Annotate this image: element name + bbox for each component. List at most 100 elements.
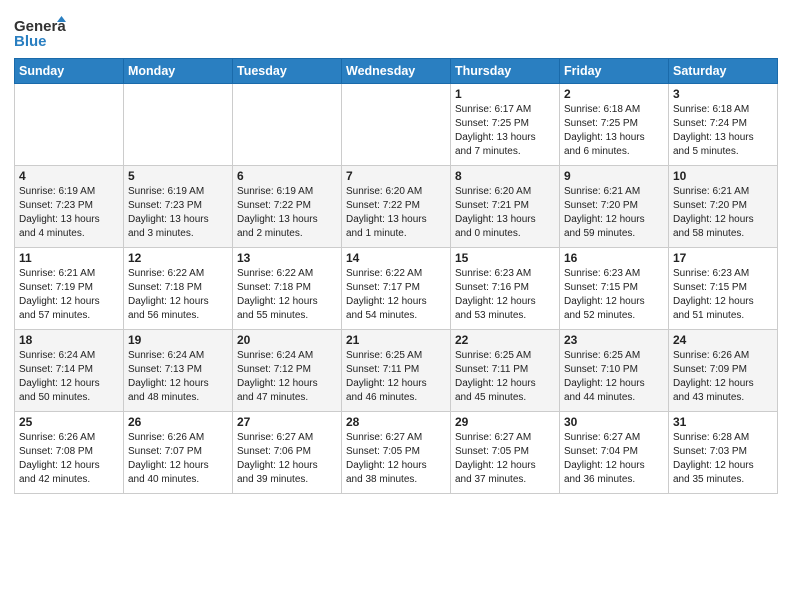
day-number: 6 <box>237 169 337 183</box>
day-number: 30 <box>564 415 664 429</box>
day-number: 16 <box>564 251 664 265</box>
day-info: Sunrise: 6:24 AM Sunset: 7:12 PM Dayligh… <box>237 349 337 405</box>
calendar-table: SundayMondayTuesdayWednesdayThursdayFrid… <box>14 58 778 494</box>
day-info: Sunrise: 6:27 AM Sunset: 7:05 PM Dayligh… <box>455 431 555 487</box>
day-number: 11 <box>19 251 119 265</box>
day-number: 29 <box>455 415 555 429</box>
day-info: Sunrise: 6:19 AM Sunset: 7:22 PM Dayligh… <box>237 185 337 241</box>
day-number: 31 <box>673 415 773 429</box>
day-info: Sunrise: 6:27 AM Sunset: 7:04 PM Dayligh… <box>564 431 664 487</box>
page: GeneralBlue SundayMondayTuesdayWednesday… <box>0 0 792 612</box>
day-info: Sunrise: 6:20 AM Sunset: 7:21 PM Dayligh… <box>455 185 555 241</box>
day-number: 12 <box>128 251 228 265</box>
calendar-cell: 27 Sunrise: 6:27 AM Sunset: 7:06 PM Dayli… <box>233 412 342 494</box>
day-number: 7 <box>346 169 446 183</box>
calendar-cell: 6 Sunrise: 6:19 AM Sunset: 7:22 PM Daylig… <box>233 166 342 248</box>
day-info: Sunrise: 6:23 AM Sunset: 7:15 PM Dayligh… <box>564 267 664 323</box>
day-info: Sunrise: 6:24 AM Sunset: 7:14 PM Dayligh… <box>19 349 119 405</box>
calendar-cell: 28Sunrise: 6:27 AM Sunset: 7:05 PM Dayli… <box>342 412 451 494</box>
day-info: Sunrise: 6:27 AM Sunset: 7:06 PM Dayligh… <box>237 431 337 487</box>
day-number: 24 <box>673 333 773 347</box>
day-number: 26 <box>128 415 228 429</box>
calendar-cell: 24Sunrise: 6:26 AM Sunset: 7:09 PM Dayli… <box>669 330 778 412</box>
calendar-cell: 23 Sunrise: 6:25 AM Sunset: 7:10 PM Dayli… <box>560 330 669 412</box>
day-info: Sunrise: 6:27 AM Sunset: 7:05 PM Dayligh… <box>346 431 446 487</box>
day-info: Sunrise: 6:17 AM Sunset: 7:25 PM Dayligh… <box>455 103 555 159</box>
calendar-cell: 20 Sunrise: 6:24 AM Sunset: 7:12 PM Dayli… <box>233 330 342 412</box>
calendar-cell: 14 Sunrise: 6:22 AM Sunset: 7:17 PM Dayli… <box>342 248 451 330</box>
day-info: Sunrise: 6:19 AM Sunset: 7:23 PM Dayligh… <box>19 185 119 241</box>
calendar-week-2: 4 Sunrise: 6:19 AM Sunset: 7:23 PM Daylig… <box>15 166 778 248</box>
day-number: 27 <box>237 415 337 429</box>
svg-text:Blue: Blue <box>14 33 47 50</box>
day-info: Sunrise: 6:22 AM Sunset: 7:18 PM Dayligh… <box>128 267 228 323</box>
day-number: 21 <box>346 333 446 347</box>
calendar-cell: 25 Sunrise: 6:26 AM Sunset: 7:08 PM Dayli… <box>15 412 124 494</box>
day-number: 20 <box>237 333 337 347</box>
calendar-cell: 17 Sunrise: 6:23 AM Sunset: 7:15 PM Dayli… <box>669 248 778 330</box>
calendar-week-4: 18Sunrise: 6:24 AM Sunset: 7:14 PM Dayli… <box>15 330 778 412</box>
day-info: Sunrise: 6:21 AM Sunset: 7:20 PM Dayligh… <box>564 185 664 241</box>
day-info: Sunrise: 6:23 AM Sunset: 7:15 PM Dayligh… <box>673 267 773 323</box>
day-number: 25 <box>19 415 119 429</box>
calendar-cell: 19Sunrise: 6:24 AM Sunset: 7:13 PM Dayli… <box>124 330 233 412</box>
day-info: Sunrise: 6:25 AM Sunset: 7:11 PM Dayligh… <box>346 349 446 405</box>
day-info: Sunrise: 6:19 AM Sunset: 7:23 PM Dayligh… <box>128 185 228 241</box>
day-number: 9 <box>564 169 664 183</box>
day-number: 10 <box>673 169 773 183</box>
header: GeneralBlue <box>14 10 778 52</box>
day-number: 23 <box>564 333 664 347</box>
day-info: Sunrise: 6:21 AM Sunset: 7:19 PM Dayligh… <box>19 267 119 323</box>
day-info: Sunrise: 6:22 AM Sunset: 7:18 PM Dayligh… <box>237 267 337 323</box>
day-number: 5 <box>128 169 228 183</box>
calendar-cell: 16 Sunrise: 6:23 AM Sunset: 7:15 PM Dayli… <box>560 248 669 330</box>
calendar-cell: 1 Sunrise: 6:17 AM Sunset: 7:25 PM Daylig… <box>451 84 560 166</box>
calendar-cell <box>233 84 342 166</box>
day-info: Sunrise: 6:26 AM Sunset: 7:08 PM Dayligh… <box>19 431 119 487</box>
calendar-week-5: 25 Sunrise: 6:26 AM Sunset: 7:08 PM Dayli… <box>15 412 778 494</box>
day-info: Sunrise: 6:18 AM Sunset: 7:25 PM Dayligh… <box>564 103 664 159</box>
calendar-cell: 31Sunrise: 6:28 AM Sunset: 7:03 PM Dayli… <box>669 412 778 494</box>
day-number: 4 <box>19 169 119 183</box>
calendar-week-3: 11 Sunrise: 6:21 AM Sunset: 7:19 PM Dayli… <box>15 248 778 330</box>
calendar-cell: 30 Sunrise: 6:27 AM Sunset: 7:04 PM Dayli… <box>560 412 669 494</box>
calendar-cell: 9 Sunrise: 6:21 AM Sunset: 7:20 PM Daylig… <box>560 166 669 248</box>
weekday-header-thursday: Thursday <box>451 59 560 84</box>
calendar-cell: 2Sunrise: 6:18 AM Sunset: 7:25 PM Daylig… <box>560 84 669 166</box>
calendar-cell: 5 Sunrise: 6:19 AM Sunset: 7:23 PM Daylig… <box>124 166 233 248</box>
day-number: 14 <box>346 251 446 265</box>
day-info: Sunrise: 6:26 AM Sunset: 7:07 PM Dayligh… <box>128 431 228 487</box>
calendar-cell: 4 Sunrise: 6:19 AM Sunset: 7:23 PM Daylig… <box>15 166 124 248</box>
day-info: Sunrise: 6:24 AM Sunset: 7:13 PM Dayligh… <box>128 349 228 405</box>
day-info: Sunrise: 6:25 AM Sunset: 7:11 PM Dayligh… <box>455 349 555 405</box>
calendar-cell: 29 Sunrise: 6:27 AM Sunset: 7:05 PM Dayli… <box>451 412 560 494</box>
day-number: 8 <box>455 169 555 183</box>
calendar-cell: 13Sunrise: 6:22 AM Sunset: 7:18 PM Dayli… <box>233 248 342 330</box>
weekday-row: SundayMondayTuesdayWednesdayThursdayFrid… <box>15 59 778 84</box>
day-info: Sunrise: 6:21 AM Sunset: 7:20 PM Dayligh… <box>673 185 773 241</box>
logo-svg: GeneralBlue <box>14 14 66 52</box>
logo: GeneralBlue <box>14 10 68 52</box>
weekday-header-sunday: Sunday <box>15 59 124 84</box>
calendar-cell: 10 Sunrise: 6:21 AM Sunset: 7:20 PM Dayli… <box>669 166 778 248</box>
day-info: Sunrise: 6:22 AM Sunset: 7:17 PM Dayligh… <box>346 267 446 323</box>
day-number: 22 <box>455 333 555 347</box>
day-number: 1 <box>455 87 555 101</box>
day-info: Sunrise: 6:18 AM Sunset: 7:24 PM Dayligh… <box>673 103 773 159</box>
calendar-cell <box>342 84 451 166</box>
calendar-week-1: 1 Sunrise: 6:17 AM Sunset: 7:25 PM Daylig… <box>15 84 778 166</box>
weekday-header-tuesday: Tuesday <box>233 59 342 84</box>
calendar-cell <box>124 84 233 166</box>
calendar-cell: 7 Sunrise: 6:20 AM Sunset: 7:22 PM Daylig… <box>342 166 451 248</box>
weekday-header-monday: Monday <box>124 59 233 84</box>
calendar-cell: 26 Sunrise: 6:26 AM Sunset: 7:07 PM Dayli… <box>124 412 233 494</box>
day-number: 17 <box>673 251 773 265</box>
calendar-cell: 12 Sunrise: 6:22 AM Sunset: 7:18 PM Dayli… <box>124 248 233 330</box>
day-number: 3 <box>673 87 773 101</box>
weekday-header-wednesday: Wednesday <box>342 59 451 84</box>
calendar-cell: 11 Sunrise: 6:21 AM Sunset: 7:19 PM Dayli… <box>15 248 124 330</box>
day-info: Sunrise: 6:23 AM Sunset: 7:16 PM Dayligh… <box>455 267 555 323</box>
day-info: Sunrise: 6:20 AM Sunset: 7:22 PM Dayligh… <box>346 185 446 241</box>
day-info: Sunrise: 6:25 AM Sunset: 7:10 PM Dayligh… <box>564 349 664 405</box>
calendar-cell: 21 Sunrise: 6:25 AM Sunset: 7:11 PM Dayli… <box>342 330 451 412</box>
